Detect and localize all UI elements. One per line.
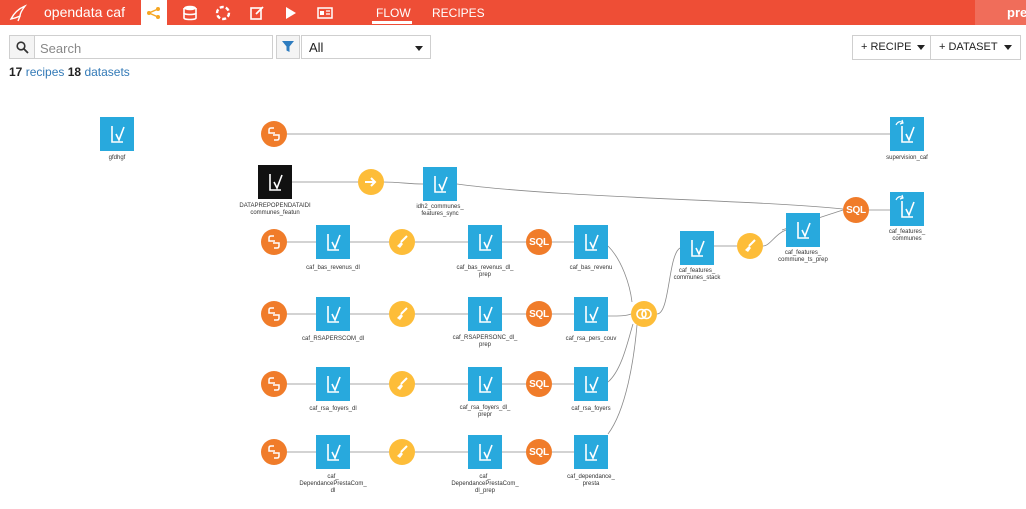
- project-name[interactable]: opendata caf: [44, 4, 125, 20]
- node-label[interactable]: DATAPREPOPENDATAIDI communes_featun: [210, 203, 340, 217]
- dataset-node[interactable]: [574, 225, 608, 259]
- dataset-node[interactable]: [574, 297, 608, 331]
- node-label[interactable]: caf_features_ communes: [842, 229, 972, 243]
- dataset-node[interactable]: [786, 213, 820, 247]
- add-recipe-label: + RECIPE: [861, 41, 912, 53]
- header-right-area[interactable]: pre: [975, 0, 1026, 25]
- search-icon[interactable]: [10, 36, 35, 58]
- recipes-link[interactable]: recipes: [26, 65, 65, 79]
- add-recipe-button[interactable]: + RECIPE: [852, 35, 935, 60]
- dataset-node[interactable]: [574, 367, 608, 401]
- sql-recipe-icon[interactable]: SQL: [526, 439, 552, 465]
- dashboards-icon[interactable]: [312, 0, 338, 25]
- dataset-node[interactable]: [468, 435, 502, 469]
- recipes-count: 17: [9, 65, 23, 79]
- edge: [607, 323, 634, 383]
- stack-recipe-icon[interactable]: [631, 301, 657, 327]
- flow-edges: [287, 133, 890, 453]
- sql-recipe-icon[interactable]: SQL: [526, 229, 552, 255]
- node-label[interactable]: caf_ DependancePrestaCom_ dl: [268, 474, 398, 495]
- add-dataset-button[interactable]: + DATASET: [930, 35, 1021, 60]
- node-label[interactable]: caf_dependance_ presta: [526, 474, 656, 488]
- search-box: [9, 35, 273, 59]
- dataset-node[interactable]: [890, 192, 924, 226]
- top-navbar: opendata caf FLOW RECIPES pre: [0, 0, 1026, 25]
- node-label[interactable]: caf_RSAPERSCOM_dl: [268, 336, 398, 343]
- dataset-node[interactable]: [423, 167, 457, 201]
- dataset-node[interactable]: [100, 117, 134, 151]
- python-recipe-icon[interactable]: [261, 301, 287, 327]
- node-label[interactable]: caf_rsa_foyers: [526, 406, 656, 413]
- python-recipe-icon[interactable]: [261, 371, 287, 397]
- flow-counts: 17 recipes 18 datasets: [9, 65, 130, 79]
- python-recipe-icon[interactable]: [261, 229, 287, 255]
- filter-funnel-icon[interactable]: [276, 35, 300, 59]
- node-label[interactable]: caf_bas_revenus_dl: [268, 265, 398, 272]
- search-input[interactable]: [38, 38, 272, 58]
- datasets-icon[interactable]: [177, 0, 203, 25]
- dataset-node[interactable]: [890, 117, 924, 151]
- sync-arrow-recipe-icon[interactable]: [358, 169, 384, 195]
- dataset-node[interactable]: [316, 225, 350, 259]
- nav-flow-active-indicator: [372, 21, 412, 24]
- node-label[interactable]: caf_bas_revenu: [526, 265, 656, 272]
- dataset-node[interactable]: [468, 225, 502, 259]
- python-recipe-icon[interactable]: [261, 439, 287, 465]
- nav-recipes-tab[interactable]: RECIPES: [432, 6, 485, 20]
- node-label[interactable]: caf_rsa_foyers_dl: [268, 406, 398, 413]
- add-dataset-label: + DATASET: [939, 41, 998, 53]
- dataset-node[interactable]: [574, 435, 608, 469]
- datasets-link[interactable]: datasets: [84, 65, 129, 79]
- node-label[interactable]: gfdhgf: [52, 155, 182, 162]
- dataset-node[interactable]: [468, 297, 502, 331]
- prepare-brush-recipe-icon[interactable]: [389, 229, 415, 255]
- sql-recipe-icon[interactable]: SQL: [526, 371, 552, 397]
- node-label[interactable]: supervision_caf: [842, 155, 972, 162]
- header-right-text: pre: [1007, 5, 1026, 20]
- edge: [762, 229, 787, 247]
- flow-icon[interactable]: [141, 0, 167, 25]
- filter-type-selected: All: [309, 40, 324, 55]
- prepare-brush-recipe-icon[interactable]: [737, 233, 763, 259]
- notebooks-icon[interactable]: [244, 0, 270, 25]
- prepare-brush-recipe-icon[interactable]: [389, 371, 415, 397]
- chevron-down-icon: [1003, 44, 1012, 50]
- dataset-node[interactable]: [316, 297, 350, 331]
- dataiku-bird-logo-icon[interactable]: [8, 3, 30, 23]
- edge: [607, 245, 633, 303]
- python-recipe-icon[interactable]: [261, 121, 287, 147]
- filter-type-select[interactable]: All: [301, 35, 431, 59]
- sql-recipe-icon[interactable]: SQL: [843, 197, 869, 223]
- flow-canvas[interactable]: gfdhgf DATAPREPOPENDATAIDI communes_feat…: [0, 80, 1026, 509]
- edge: [456, 183, 844, 210]
- chevron-down-icon: [415, 46, 423, 51]
- sql-recipe-icon[interactable]: SQL: [526, 301, 552, 327]
- recipes-icon[interactable]: [210, 0, 236, 25]
- dataset-node[interactable]: [316, 367, 350, 401]
- edge: [607, 313, 632, 317]
- dataset-node[interactable]: [316, 435, 350, 469]
- datasets-count: 18: [67, 65, 82, 79]
- jobs-play-icon[interactable]: [278, 0, 304, 25]
- nav-flow-tab[interactable]: FLOW: [376, 6, 411, 20]
- dataset-node[interactable]: [258, 165, 292, 199]
- prepare-brush-recipe-icon[interactable]: [389, 301, 415, 327]
- dataset-node[interactable]: [680, 231, 714, 265]
- node-label[interactable]: idh2_communes_ features_sync: [375, 204, 505, 218]
- dataset-node[interactable]: [468, 367, 502, 401]
- edge: [382, 181, 424, 185]
- prepare-brush-recipe-icon[interactable]: [389, 439, 415, 465]
- node-label[interactable]: caf_rsa_pers_couv: [526, 336, 656, 343]
- chevron-down-icon: [917, 44, 926, 50]
